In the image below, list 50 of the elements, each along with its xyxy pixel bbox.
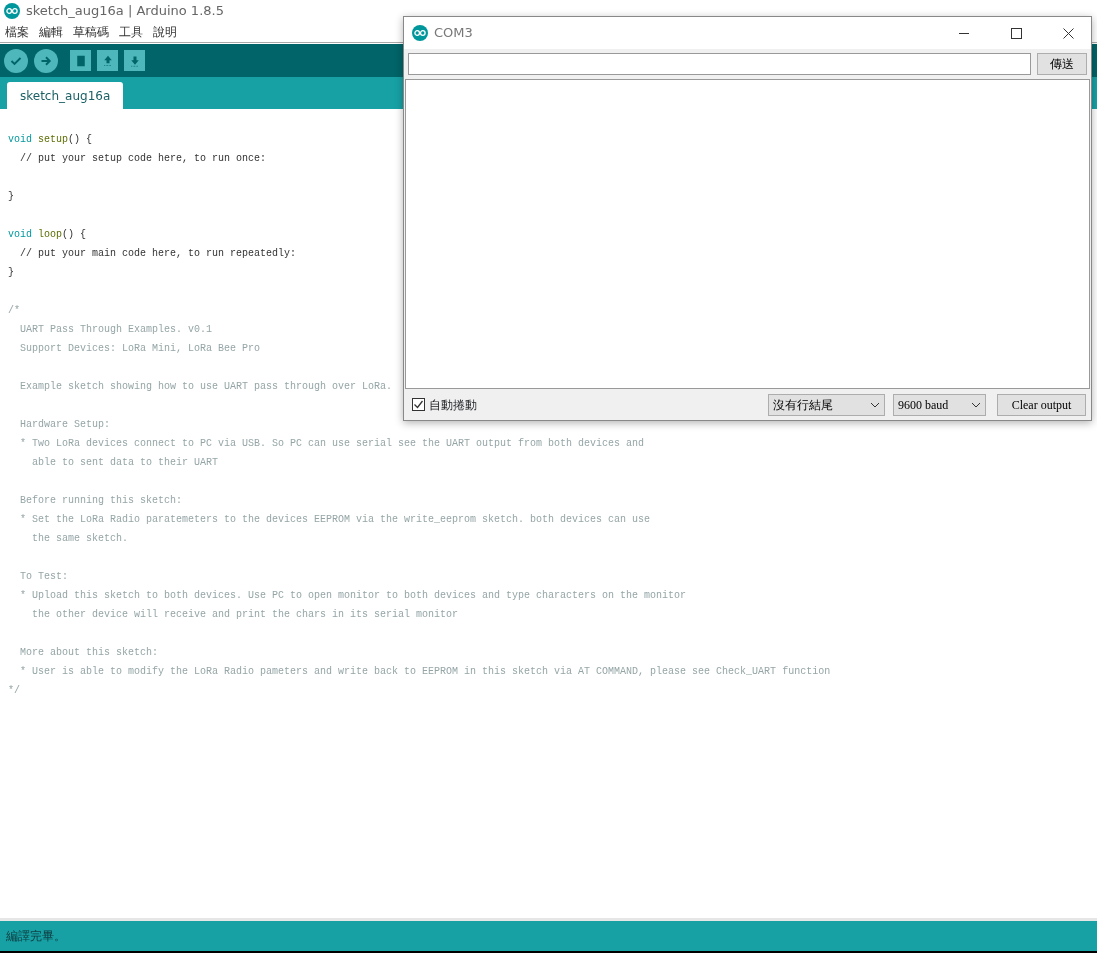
minimize-icon	[959, 32, 969, 34]
code-line: }	[8, 266, 15, 280]
logo-icon	[4, 3, 20, 19]
save-button[interactable]	[124, 50, 145, 71]
code-line: void loop() {	[8, 228, 88, 242]
code-comment: /*	[8, 304, 21, 318]
code-comment: * Upload this sketch to both devices. Use PC to open monitor to both devices and type characters on the monitor	[19, 589, 688, 603]
clear-output-button[interactable]: Clear output	[997, 393, 1086, 416]
editor-tab[interactable]: sketch_aug16a	[7, 82, 124, 109]
line-ending-dropdown[interactable]: 沒有行結尾	[768, 393, 885, 416]
code-comment: able to sent data to their UART	[31, 456, 220, 470]
window-title: COM3	[434, 24, 474, 43]
code-comment: Example sketch showing how to use UART pass through over LoRa.	[19, 380, 394, 394]
chevron-down-icon	[870, 401, 880, 408]
code-comment: UART Pass Through Examples. v0.1	[19, 323, 214, 337]
chevron-down-icon	[971, 401, 981, 408]
menu-item[interactable]: 檔案	[5, 23, 29, 41]
maximize-icon	[1010, 27, 1022, 39]
code-comment: * Two LoRa devices connect to PC via USB. So PC can use serial see the UART output from both devices and	[19, 437, 646, 451]
code-line: }	[8, 190, 15, 204]
close-icon	[1062, 27, 1074, 39]
code-line: // put your setup code here, to run once:	[19, 152, 268, 166]
autoscroll-checkbox[interactable]	[412, 398, 425, 411]
baud-rate-dropdown[interactable]: 9600 baud	[893, 393, 986, 416]
window-title: sketch_aug16a | Arduino 1.8.5	[26, 2, 224, 21]
status-text: 編譯完畢。	[6, 928, 66, 945]
code-comment: */	[8, 684, 21, 698]
code-comment: Hardware Setup:	[19, 418, 112, 432]
send-button[interactable]: 傳送	[1037, 53, 1087, 75]
verify-button[interactable]	[4, 48, 28, 73]
code-comment: Support Devices: LoRa Mini, LoRa Bee Pro	[19, 342, 262, 356]
menu-item[interactable]: 編輯	[39, 23, 63, 41]
menu-item[interactable]: 工具	[119, 23, 143, 41]
menu-item[interactable]: 草稿碼	[73, 23, 109, 41]
code-comment: Before running this sketch:	[19, 494, 184, 508]
code-comment: To Test:	[19, 570, 69, 584]
logo-icon	[412, 25, 428, 41]
code-comment: More about this sketch:	[19, 646, 160, 660]
upload-button[interactable]	[34, 48, 58, 73]
menu-item[interactable]: 說明	[153, 23, 177, 41]
message-input[interactable]	[408, 53, 1031, 75]
new-file-button[interactable]	[70, 50, 91, 71]
code-comment: * Set the LoRa Radio paratemeters to the devices EEPROM via the write_eeprom sketch. both devices can use	[19, 513, 652, 527]
code-line: void setup() {	[8, 133, 94, 147]
code-comment: * User is able to modify the LoRa Radio pameters and write back to EEPROM in this sketch via AT COMMAND, please see Check_UART function	[19, 665, 832, 679]
open-button[interactable]	[97, 50, 118, 71]
code-line: // put your main code here, to run repeatedly:	[19, 247, 298, 261]
autoscroll-label: 自動捲動	[429, 396, 478, 414]
code-comment: the same sketch.	[31, 532, 130, 546]
code-comment: the other device will receive and print the chars in its serial monitor	[31, 608, 460, 622]
